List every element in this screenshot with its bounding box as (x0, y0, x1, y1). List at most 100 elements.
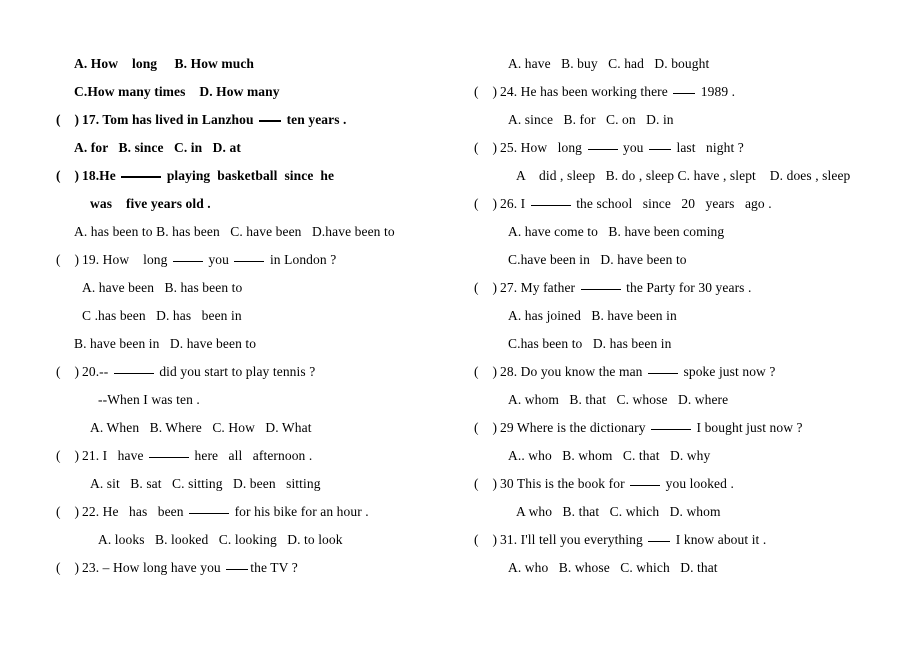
answer-checkbox-parens[interactable]: ( ) (56, 358, 82, 386)
answer-blank[interactable] (630, 485, 661, 486)
text-run: 18.He (82, 168, 120, 183)
answer-checkbox-parens[interactable]: ( ) (56, 442, 82, 470)
answer-checkbox-parens[interactable]: ( ) (474, 414, 500, 442)
text-run: you (204, 252, 233, 267)
text-run: spoke just now ? (680, 364, 776, 379)
text-run: A. for B. since C. in D. at (74, 140, 241, 155)
option-line: A. sit B. sat C. sitting D. been sitting (56, 470, 456, 498)
answer-blank[interactable] (648, 373, 679, 374)
text-run: the school since 20 years ago . (572, 196, 772, 211)
answer-checkbox-parens[interactable]: ( ) (56, 246, 82, 274)
text-run: --When I was ten . (98, 392, 200, 407)
question-line: ( ) 24. He has been working there 1989 . (474, 78, 894, 106)
text-run: you (619, 140, 647, 155)
question-line: ( ) 28. Do you know the man spoke just n… (474, 358, 894, 386)
option-line: C .has been D. has been in (56, 302, 456, 330)
question-line: ( ) 19. How long you in London ? (56, 246, 456, 274)
answer-blank[interactable] (649, 149, 671, 150)
text-run: 19. How long (82, 252, 171, 267)
text-run: was five years old . (90, 196, 211, 211)
question-line: ( ) 30 This is the book for you looked . (474, 470, 894, 498)
text-run: 30 This is the book for (500, 476, 629, 491)
text-run: A. sit B. sat C. sitting D. been sitting (90, 476, 321, 491)
text-run: 21. I have (82, 448, 148, 463)
answer-checkbox-parens[interactable]: ( ) (474, 134, 500, 162)
text-run: A. have come to B. have been coming (508, 224, 725, 239)
option-line: A. have come to B. have been coming (474, 218, 894, 246)
answer-blank[interactable] (651, 429, 692, 430)
option-line: A who B. that C. which D. whom (474, 498, 894, 526)
answer-blank[interactable] (113, 373, 154, 374)
text-run: ten years . (283, 112, 347, 127)
answer-blank[interactable] (673, 93, 696, 94)
question-line: ( ) 18.He playing basketball since he (56, 162, 456, 190)
answer-blank[interactable] (580, 289, 621, 290)
answer-blank[interactable] (648, 541, 671, 542)
answer-blank[interactable] (226, 569, 249, 570)
answer-checkbox-parens[interactable]: ( ) (474, 190, 500, 218)
question-line: ( ) 23. – How long have you the TV ? (56, 554, 456, 582)
answer-blank[interactable] (189, 513, 230, 514)
option-line: A. have B. buy C. had D. bought (474, 50, 894, 78)
text-run: 24. He has been working there (500, 84, 672, 99)
option-line: A. for B. since C. in D. at (56, 134, 456, 162)
text-run: C .has been D. has been in (82, 308, 242, 323)
answer-blank[interactable] (234, 261, 265, 262)
option-line: A. have been B. has been to (56, 274, 456, 302)
option-line: A. How long B. How much (56, 50, 456, 78)
text-run: the TV ? (250, 560, 298, 575)
answer-checkbox-parens[interactable]: ( ) (56, 554, 82, 582)
answer-blank[interactable] (172, 261, 203, 262)
answer-checkbox-parens[interactable]: ( ) (474, 358, 500, 386)
text-run: 31. I'll tell you everything (500, 532, 647, 547)
question-line: ( ) 26. I the school since 20 years ago … (474, 190, 894, 218)
option-line: C.has been to D. has been in (474, 330, 894, 358)
text-run: 22. He has been (82, 504, 188, 519)
answer-checkbox-parens[interactable]: ( ) (474, 274, 500, 302)
answer-blank[interactable] (530, 205, 571, 206)
text-run: A. since B. for C. on D. in (508, 112, 674, 127)
answer-checkbox-parens[interactable]: ( ) (474, 470, 500, 498)
answer-checkbox-parens[interactable]: ( ) (474, 78, 500, 106)
text-run: 1989 . (697, 84, 736, 99)
answer-blank[interactable] (587, 149, 618, 150)
option-line: A. since B. for C. on D. in (474, 106, 894, 134)
text-run: last night ? (673, 140, 744, 155)
option-line: A. looks B. looked C. looking D. to look (56, 526, 456, 554)
option-line: A.. who B. whom C. that D. why (474, 442, 894, 470)
answer-checkbox-parens[interactable]: ( ) (56, 162, 82, 190)
answer-checkbox-parens[interactable]: ( ) (474, 526, 500, 554)
answer-blank[interactable] (121, 176, 162, 178)
answer-blank[interactable] (259, 120, 282, 122)
option-line: C.have been in D. have been to (474, 246, 894, 274)
text-run: C.have been in D. have been to (508, 252, 687, 267)
text-run: 25. How long (500, 140, 586, 155)
answer-checkbox-parens[interactable]: ( ) (56, 106, 82, 134)
question-line: ( ) 21. I have here all afternoon . (56, 442, 456, 470)
question-line: ( ) 22. He has been for his bike for an … (56, 498, 456, 526)
left-question-column: A. How long B. How much C.How many times … (56, 50, 456, 582)
text-run: A who B. that C. which D. whom (516, 504, 721, 519)
text-run: A. How long B. How much (74, 56, 255, 71)
text-run: C.How many times D. How many (74, 84, 280, 99)
text-run: 28. Do you know the man (500, 364, 647, 379)
text-run: in London ? (266, 252, 337, 267)
question-line: ( ) 20.-- did you start to play tennis ? (56, 358, 456, 386)
text-run: C.has been to D. has been in (508, 336, 672, 351)
option-line: B. have been in D. have been to (56, 330, 456, 358)
text-run: A.. who B. whom C. that D. why (508, 448, 711, 463)
text-run: A did , sleep B. do , sleep C. have , sl… (516, 168, 851, 183)
option-line: A. has joined B. have been in (474, 302, 894, 330)
text-run: 17. Tom has lived in Lanzhou (82, 112, 258, 127)
text-run: 26. I (500, 196, 529, 211)
text-run: you looked . (662, 476, 734, 491)
text-run: here all afternoon . (191, 448, 313, 463)
text-run: A. who B. whose C. which D. that (508, 560, 718, 575)
text-run: for his bike for an hour . (231, 504, 369, 519)
option-line: C.How many times D. How many (56, 78, 456, 106)
answer-checkbox-parens[interactable]: ( ) (56, 498, 82, 526)
question-line: ( ) 27. My father the Party for 30 years… (474, 274, 894, 302)
text-run: playing basketball since he (163, 168, 335, 183)
question-line: ( ) 31. I'll tell you everything I know … (474, 526, 894, 554)
answer-blank[interactable] (149, 457, 190, 458)
